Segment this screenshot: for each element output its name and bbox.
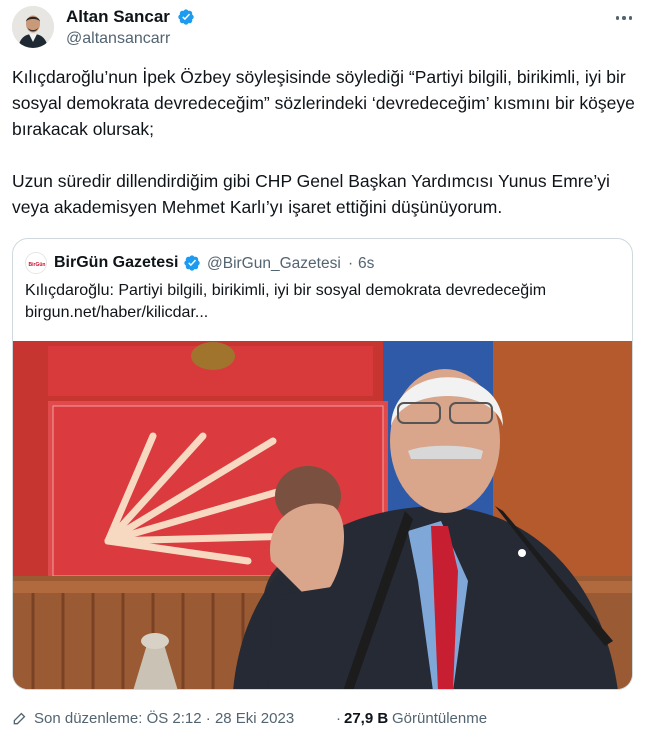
author-avatar[interactable] <box>12 6 54 48</box>
author-name[interactable]: Altan Sancar <box>66 7 170 27</box>
quoted-tweet-card[interactable]: BirGün BirGün Gazetesi @BirGun_Gazetesi … <box>12 238 633 690</box>
quote-headline: Kılıçdaroğlu: Partiyi bilgili, birikimli… <box>25 282 547 299</box>
views-label: Görüntülenme <box>392 710 488 727</box>
quote-text: Kılıçdaroğlu: Partiyi bilgili, birikimli… <box>25 280 625 324</box>
quote-timestamp[interactable]: 6s <box>358 255 374 273</box>
edit-pencil-icon <box>13 712 26 725</box>
tweet-header: Altan Sancar @altansancarr <box>0 0 655 60</box>
tweet-footer: Son düzenleme: ÖS 2:12 · 28 Eki 2023 · 2… <box>12 708 642 730</box>
quote-author-name[interactable]: BirGün Gazetesi <box>54 254 178 272</box>
tweet-paragraph: Uzun süredir dillendirdiğim gibi CHP Gen… <box>12 171 610 217</box>
quote-meta-separator: · <box>348 255 354 272</box>
views-count: 27,9 B <box>344 710 389 727</box>
author-handle[interactable]: @altansancarr <box>66 30 170 48</box>
tweet-paragraph: Kılıçdaroğlu’nun İpek Özbey söyleşisinde… <box>12 67 635 139</box>
quote-logo-text: BirGün <box>29 262 46 268</box>
quote-link[interactable]: birgun.net/haber/kilicdar... <box>25 302 625 324</box>
more-options-icon[interactable] <box>612 8 636 28</box>
footer-separator: · <box>336 710 341 727</box>
edit-timestamp[interactable]: Son düzenleme: ÖS 2:12 · 28 Eki 2023 <box>34 710 294 727</box>
verified-badge-icon <box>178 9 194 25</box>
quote-source-logo[interactable]: BirGün <box>25 252 47 274</box>
quote-verified-badge-icon <box>184 255 200 271</box>
quote-author-handle[interactable]: @BirGun_Gazetesi <box>207 255 341 273</box>
quote-photo[interactable] <box>13 341 633 690</box>
tweet-text: Kılıçdaroğlu’nun İpek Özbey söyleşisinde… <box>12 64 642 220</box>
